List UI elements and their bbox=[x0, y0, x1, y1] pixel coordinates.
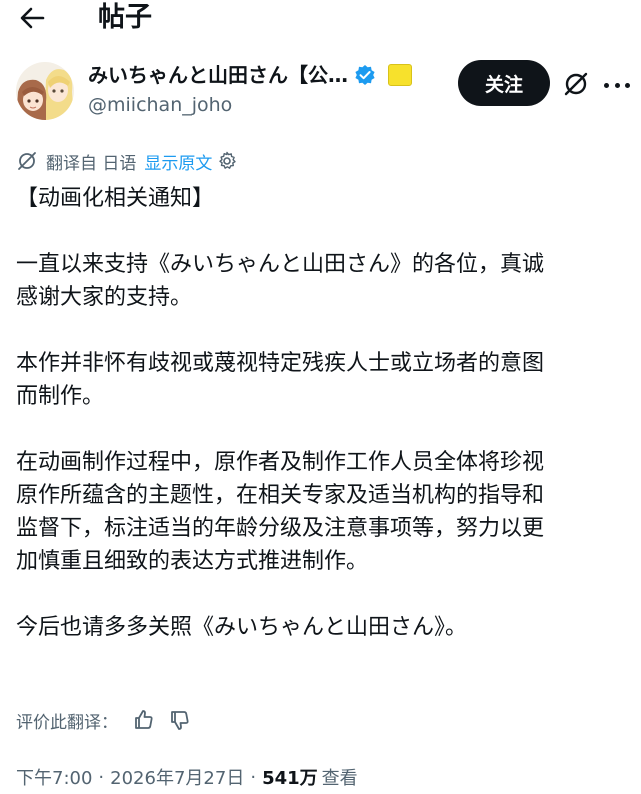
post-body: 【动画化相关通知】 一直以来支持《みいちゃんと山田さん》的各位，真诚 感谢大家的… bbox=[16, 182, 636, 644]
post-line-blank bbox=[16, 314, 636, 347]
more-dots-icon bbox=[614, 82, 620, 88]
post-line-blank bbox=[16, 215, 636, 248]
verified-badge-icon bbox=[355, 65, 375, 85]
post-line: 监督下，标注适当的年龄分级及注意事项等，努力以更 bbox=[16, 516, 545, 541]
author-name-row: みいちゃんと山田さん【公… bbox=[88, 60, 412, 90]
grok-icon bbox=[564, 72, 588, 96]
grok-button[interactable] bbox=[562, 70, 590, 98]
gear-icon[interactable] bbox=[217, 151, 237, 171]
post-line: 原作所蕴含的主题性，在相关专家及适当机构的指导和 bbox=[16, 483, 545, 508]
bottom-fade-overlay bbox=[380, 756, 641, 794]
post-line: 一直以来支持《みいちゃんと山田さん》的各位，真诚 bbox=[16, 252, 545, 277]
follow-button[interactable]: 关注 bbox=[458, 60, 550, 106]
post-line: 感谢大家的支持。 bbox=[16, 285, 193, 310]
translation-notice: 翻译自 日语 显示原文 bbox=[16, 148, 237, 174]
thumbs-up-icon[interactable] bbox=[132, 708, 156, 732]
post-line: 在动画制作过程中，原作者及制作工作人员全体将珍视 bbox=[16, 450, 545, 475]
post-date[interactable]: 2026年7月27日 bbox=[110, 764, 244, 790]
avatar[interactable] bbox=[16, 62, 74, 120]
affiliate-badge-icon[interactable] bbox=[388, 64, 412, 86]
post-line-blank bbox=[16, 578, 636, 611]
post-time[interactable]: 下午7:00 bbox=[16, 764, 92, 790]
views-count: 541万 bbox=[262, 768, 318, 789]
back-button[interactable] bbox=[16, 4, 48, 32]
more-dots-icon bbox=[625, 82, 630, 88]
thumbs-down-icon[interactable] bbox=[168, 708, 192, 732]
page-title: 帖子 bbox=[98, 2, 152, 33]
top-bar: 帖子 bbox=[0, 0, 641, 40]
more-options-button[interactable] bbox=[604, 80, 630, 90]
author-handle[interactable]: @miichan_joho bbox=[88, 93, 232, 117]
post-line: 【动画化相关通知】 bbox=[16, 186, 215, 211]
views-label: 查看 bbox=[321, 768, 358, 789]
more-dots-icon bbox=[604, 82, 609, 88]
separator-dot: · bbox=[250, 766, 257, 788]
post-line: 今后也请多多关照《みいちゃんと山田さん》。 bbox=[16, 615, 468, 640]
post-line: 而制作。 bbox=[16, 384, 105, 409]
author-display-name[interactable]: みいちゃんと山田さん【公… bbox=[88, 61, 348, 89]
separator-dot: · bbox=[98, 766, 105, 788]
post-line: 本作并非怀有歧视或蔑视特定残疾人士或立场者的意图 bbox=[16, 351, 545, 376]
avatar-image bbox=[16, 62, 74, 120]
arrow-left-icon bbox=[20, 7, 45, 29]
translate-icon bbox=[18, 152, 36, 170]
rate-translation-row: 评价此翻译： bbox=[16, 706, 192, 734]
rate-translation-label: 评价此翻译： bbox=[16, 712, 118, 733]
show-original-link[interactable]: 显示原文 bbox=[144, 149, 212, 174]
post-meta: 下午7:00 · 2026年7月27日 · 541万 查看 bbox=[16, 762, 358, 792]
post-line-blank bbox=[16, 413, 636, 446]
post-line: 加慎重且细致的表达方式推进制作。 bbox=[16, 549, 369, 574]
translated-from-label: 翻译自 日语 bbox=[46, 153, 137, 174]
